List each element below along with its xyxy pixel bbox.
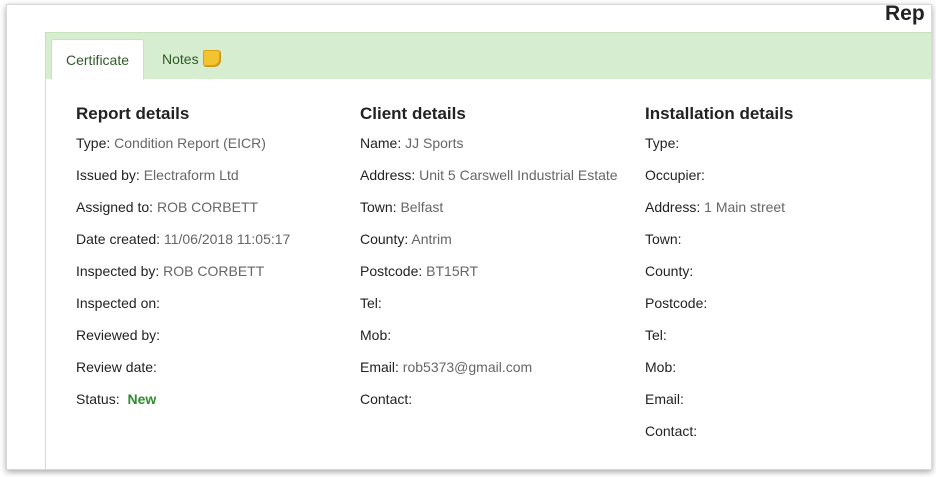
status-badge: New bbox=[127, 391, 157, 407]
tab-bar: Certificate Notes bbox=[46, 33, 931, 80]
screenshot-frame: Rep Certificate Notes Report details Typ… bbox=[6, 4, 932, 470]
page-title: Rep bbox=[885, 4, 925, 25]
reviewed-by-row: Reviewed by: bbox=[76, 324, 346, 346]
client-details-section: Client details Name: JJ Sports Address: … bbox=[360, 103, 630, 420]
installation-county-row: County: bbox=[645, 260, 915, 282]
client-contact-row: Contact: bbox=[360, 388, 630, 410]
installation-details-section: Installation details Type: Occupier: Add… bbox=[645, 103, 915, 452]
field-value: 1 Main street bbox=[704, 199, 786, 215]
client-town-row: Town: Belfast bbox=[360, 196, 630, 218]
field-label: Email: bbox=[360, 359, 399, 375]
tab-certificate[interactable]: Certificate bbox=[51, 39, 145, 80]
occupier-row: Occupier: bbox=[645, 164, 915, 186]
client-details-heading: Client details bbox=[360, 104, 466, 123]
field-label: Address: bbox=[645, 199, 701, 215]
field-label: Postcode: bbox=[645, 295, 708, 311]
installation-contact-row: Contact: bbox=[645, 420, 915, 442]
report-type-row: Type: Condition Report (EICR) bbox=[76, 132, 346, 154]
field-value: 11/06/2018 11:05:17 bbox=[163, 231, 291, 247]
inspected-on-row: Inspected on: bbox=[76, 292, 346, 314]
report-details-heading: Report details bbox=[76, 104, 190, 123]
tab-notes[interactable]: Notes bbox=[148, 39, 234, 80]
field-value: ROB CORBETT bbox=[163, 263, 265, 279]
field-label: Email: bbox=[645, 391, 684, 407]
field-label: Mob: bbox=[645, 359, 677, 375]
client-address-row: Address: Unit 5 Carswell Industrial Esta… bbox=[360, 164, 630, 186]
issued-by-row: Issued by: Electraform Ltd bbox=[76, 164, 346, 186]
field-label: Type: bbox=[645, 135, 680, 151]
installation-town-row: Town: bbox=[645, 228, 915, 250]
review-date-row: Review date: bbox=[76, 356, 346, 378]
installation-tel-row: Tel: bbox=[645, 324, 915, 346]
field-label: Date created: bbox=[76, 231, 161, 247]
field-value: Electraform Ltd bbox=[143, 167, 239, 183]
report-details-section: Report details Type: Condition Report (E… bbox=[76, 103, 346, 420]
field-value: rob5373@gmail.com bbox=[402, 359, 533, 375]
details-panel: Certificate Notes Report details Type: C… bbox=[45, 32, 931, 469]
field-label: Town: bbox=[645, 231, 682, 247]
tab-notes-label: Notes bbox=[162, 51, 199, 67]
field-label: Postcode: bbox=[360, 263, 423, 279]
client-name-row: Name: JJ Sports bbox=[360, 132, 630, 154]
inspected-by-row: Inspected by: ROB CORBETT bbox=[76, 260, 346, 282]
client-mob-row: Mob: bbox=[360, 324, 630, 346]
status-row: Status: New bbox=[76, 388, 346, 410]
field-value: Condition Report (EICR) bbox=[114, 135, 266, 151]
field-value: JJ Sports bbox=[405, 135, 464, 151]
installation-postcode-row: Postcode: bbox=[645, 292, 915, 314]
installation-email-row: Email: bbox=[645, 388, 915, 410]
field-label: Reviewed by: bbox=[76, 327, 161, 343]
field-label: County: bbox=[360, 231, 409, 247]
client-county-row: County: Antrim bbox=[360, 228, 630, 250]
assigned-to-row: Assigned to: ROB CORBETT bbox=[76, 196, 346, 218]
field-value: BT15RT bbox=[426, 263, 479, 279]
field-label: Inspected on: bbox=[76, 295, 161, 311]
installation-details-heading: Installation details bbox=[645, 104, 794, 123]
installation-mob-row: Mob: bbox=[645, 356, 915, 378]
field-value: ROB CORBETT bbox=[156, 199, 259, 215]
field-label: Address: bbox=[360, 167, 416, 183]
field-label: Contact: bbox=[645, 423, 698, 439]
client-tel-row: Tel: bbox=[360, 292, 630, 314]
field-label: County: bbox=[645, 263, 694, 279]
installation-type-row: Type: bbox=[645, 132, 915, 154]
field-label: Contact: bbox=[360, 391, 413, 407]
date-created-row: Date created: 11/06/2018 11:05:17 bbox=[76, 228, 346, 250]
field-label: Review date: bbox=[76, 359, 157, 375]
tab-certificate-label: Certificate bbox=[66, 52, 130, 68]
field-label: Name: bbox=[360, 135, 402, 151]
field-label: Type: bbox=[76, 135, 111, 151]
field-value: Belfast bbox=[400, 199, 444, 215]
field-label: Town: bbox=[360, 199, 397, 215]
field-label: Issued by: bbox=[76, 167, 140, 183]
field-label: Assigned to: bbox=[76, 199, 154, 215]
field-value: Unit 5 Carswell Industrial Estate bbox=[419, 167, 618, 183]
field-label: Inspected by: bbox=[76, 263, 160, 279]
sticky-note-icon bbox=[202, 50, 220, 66]
client-email-row: Email: rob5373@gmail.com bbox=[360, 356, 630, 378]
field-label: Status: bbox=[76, 391, 120, 407]
installation-address-row: Address: 1 Main street bbox=[645, 196, 915, 218]
field-label: Occupier: bbox=[645, 167, 705, 183]
field-label: Tel: bbox=[645, 327, 667, 343]
field-label: Mob: bbox=[360, 327, 392, 343]
field-value: Antrim bbox=[411, 231, 452, 247]
client-postcode-row: Postcode: BT15RT bbox=[360, 260, 630, 282]
field-label: Tel: bbox=[360, 295, 382, 311]
